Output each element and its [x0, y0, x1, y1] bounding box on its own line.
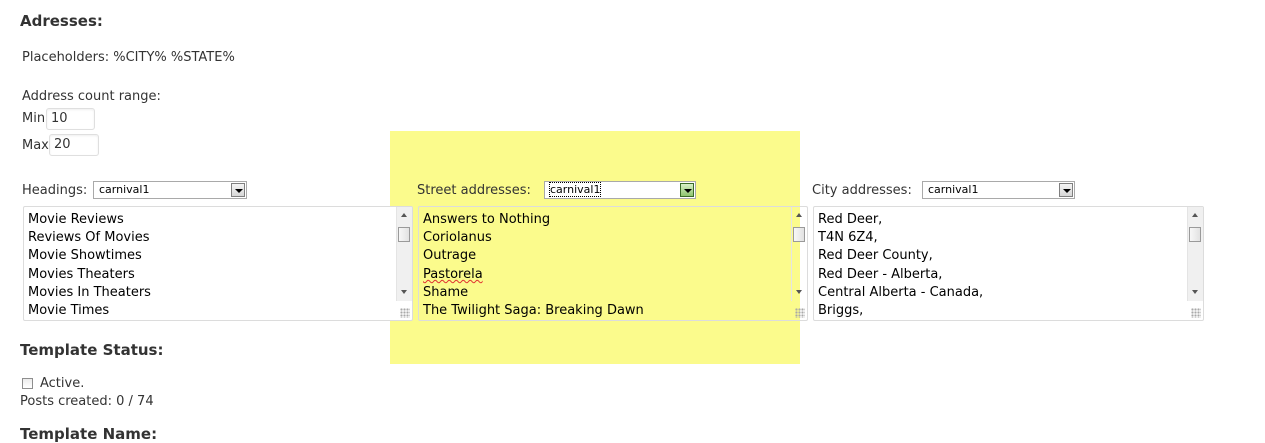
city-select-value: carnival1	[928, 183, 979, 196]
scroll-down-icon[interactable]	[792, 285, 807, 301]
max-label: Max	[22, 138, 49, 153]
list-item: The Twilight Saga: Breaking Dawn	[423, 303, 644, 318]
street-addresses-textarea[interactable]: Answers to Nothing Coriolanus Outrage Pa…	[418, 206, 808, 321]
list-item: Outrage	[423, 248, 477, 263]
min-label: Min	[22, 111, 46, 126]
scroll-up-icon[interactable]	[397, 207, 412, 223]
headings-select-value: carnival1	[99, 183, 150, 196]
list-item: Movie Times	[28, 303, 110, 318]
list-item: Movie Showtimes	[28, 248, 142, 263]
resize-grip-icon[interactable]	[795, 308, 805, 318]
resize-grip-icon[interactable]	[1191, 308, 1201, 318]
street-scrollbar[interactable]	[791, 207, 807, 301]
headings-scrollbar[interactable]	[396, 207, 412, 301]
list-item: T4N 6Z4,	[818, 230, 878, 245]
scrollbar-thumb[interactable]	[1189, 227, 1201, 242]
street-addresses-label: Street addresses:	[417, 183, 531, 198]
street-select-value: carnival1	[548, 182, 602, 197]
address-count-range-label: Address count range:	[22, 89, 161, 104]
list-item: Coriolanus	[423, 230, 492, 245]
city-addresses-textarea[interactable]: Red Deer, T4N 6Z4, Red Deer County, Red …	[813, 206, 1204, 321]
posts-created-text: Posts created: 0 / 74	[20, 394, 154, 409]
scrollbar-thumb[interactable]	[398, 227, 410, 242]
scrollbar-thumb[interactable]	[793, 227, 805, 242]
list-item: Reviews Of Movies	[28, 230, 150, 245]
active-label[interactable]: Active.	[40, 376, 84, 391]
active-checkbox[interactable]	[22, 378, 33, 389]
chevron-down-icon[interactable]	[680, 183, 694, 197]
list-item: Briggs,	[818, 303, 864, 318]
addresses-heading: Adresses:	[20, 12, 103, 30]
city-addresses-label: City addresses:	[812, 183, 912, 198]
city-scrollbar[interactable]	[1187, 207, 1203, 301]
scroll-up-icon[interactable]	[1188, 207, 1203, 223]
headings-select[interactable]: carnival1	[93, 181, 247, 199]
chevron-down-icon[interactable]	[1059, 183, 1073, 197]
list-item: Movies Theaters	[28, 267, 135, 282]
template-name-heading: Template Name:	[20, 425, 158, 443]
street-addresses-select[interactable]: carnival1	[544, 181, 696, 199]
scroll-down-icon[interactable]	[1188, 285, 1203, 301]
template-status-heading: Template Status:	[20, 341, 164, 359]
list-item: Movies In Theaters	[28, 285, 151, 300]
city-addresses-select[interactable]: carnival1	[922, 181, 1075, 199]
placeholders-text: Placeholders: %CITY% %STATE%	[22, 50, 235, 65]
list-item: Red Deer County,	[818, 248, 933, 263]
list-item: Red Deer - Alberta,	[818, 267, 943, 282]
list-item: Pastorela	[423, 267, 483, 282]
scroll-down-icon[interactable]	[397, 285, 412, 301]
resize-grip-icon[interactable]	[400, 308, 410, 318]
list-item: Answers to Nothing	[423, 212, 551, 227]
max-input[interactable]: 20	[49, 134, 99, 156]
list-item: Movie Reviews	[28, 212, 124, 227]
chevron-down-icon[interactable]	[231, 183, 245, 197]
list-item: Red Deer,	[818, 212, 883, 227]
list-item: Shame	[423, 285, 469, 300]
list-item: Central Alberta - Canada,	[818, 285, 984, 300]
headings-label: Headings:	[22, 183, 88, 198]
headings-textarea[interactable]: Movie Reviews Reviews Of Movies Movie Sh…	[23, 206, 413, 321]
scroll-up-icon[interactable]	[792, 207, 807, 223]
min-input[interactable]: 10	[46, 108, 95, 130]
